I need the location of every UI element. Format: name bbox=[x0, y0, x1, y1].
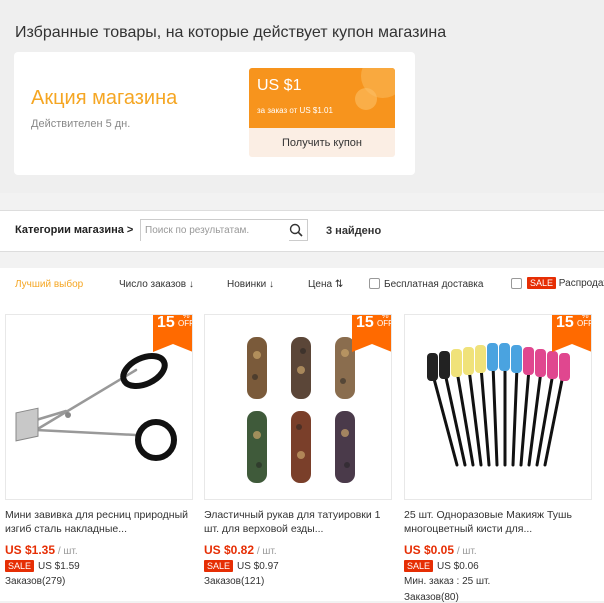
free-shipping-label: Бесплатная доставка bbox=[384, 279, 484, 290]
product-min-order: Мин. заказ : 25 шт. bbox=[404, 576, 491, 587]
product-orders: Заказов(279) bbox=[5, 576, 66, 587]
sort-best-match[interactable]: Лучший выбор bbox=[15, 279, 83, 290]
sort-price[interactable]: Цена ⇅ bbox=[308, 279, 343, 290]
product-card[interactable]: 15 % OFF 25 шт. Одноразовые Макияж Тушь м… bbox=[404, 314, 592, 603]
product-image[interactable]: 15 % OFF bbox=[404, 314, 592, 500]
discount-badge: 15 % OFF bbox=[153, 314, 193, 352]
product-image[interactable]: 15 % OFF bbox=[204, 314, 392, 500]
promo-validity: Действителен 5 дн. bbox=[31, 118, 131, 130]
coupon-decoration bbox=[355, 88, 377, 110]
discount-off-label: % OFF bbox=[178, 314, 193, 328]
product-old-price: SALE US $0.06 bbox=[404, 560, 479, 572]
product-orders: Заказов(121) bbox=[204, 576, 265, 587]
free-shipping-checkbox[interactable] bbox=[369, 278, 380, 289]
product-title[interactable]: Эластичный рукав для татуировки 1 шт. дл… bbox=[204, 508, 392, 536]
sale-filter: SALE Распродажа bbox=[527, 277, 604, 289]
coupon-condition: за заказ от US $1.01 bbox=[257, 106, 333, 115]
coupon-header: US $1 за заказ от US $1.01 bbox=[249, 68, 395, 128]
sort-newest[interactable]: Новинки ↓ bbox=[227, 279, 274, 290]
discount-off-label: % OFF bbox=[577, 314, 592, 328]
product-price: US $0.82 / шт. bbox=[204, 543, 277, 557]
store-promo-card: Акция магазина Действителен 5 дн. US $1 … bbox=[14, 52, 415, 175]
promo-title: Акция магазина bbox=[31, 87, 178, 109]
product-old-price: SALE US $1.59 bbox=[5, 560, 80, 572]
search-input[interactable] bbox=[141, 220, 289, 241]
discount-badge: 15 % OFF bbox=[352, 314, 392, 352]
sale-badge: SALE bbox=[204, 560, 234, 572]
product-image[interactable]: 15 % OFF bbox=[5, 314, 193, 500]
product-card[interactable]: 15 % OFF Эластичный рукав для татуировки … bbox=[204, 314, 392, 601]
coupon: US $1 за заказ от US $1.01 Получить купо… bbox=[249, 68, 395, 157]
search-icon[interactable] bbox=[289, 223, 303, 237]
product-title[interactable]: 25 шт. Одноразовые Макияж Тушь многоцвет… bbox=[404, 508, 592, 536]
filter-bar: Категории магазина > 3 найдено bbox=[0, 210, 604, 252]
sale-checkbox[interactable] bbox=[511, 278, 522, 289]
search-box bbox=[140, 219, 308, 241]
product-title[interactable]: Мини завивка для ресниц природный изгиб … bbox=[5, 508, 193, 536]
coupon-amount: US $1 bbox=[257, 77, 302, 94]
sort-bar: Лучший выбор Число заказов ↓ Новинки ↓ Ц… bbox=[0, 268, 604, 298]
product-price: US $0.05 / шт. bbox=[404, 543, 477, 557]
sale-badge: SALE bbox=[5, 560, 35, 572]
section-title: Избранные товары, на которые действует к… bbox=[15, 24, 447, 41]
sale-badge: SALE bbox=[527, 277, 557, 289]
sale-label: Распродажа bbox=[558, 278, 604, 289]
discount-value: 15 bbox=[556, 314, 574, 331]
product-orders: Заказов(80) bbox=[404, 592, 459, 603]
results-count: 3 найдено bbox=[326, 225, 382, 237]
product-price: US $1.35 / шт. bbox=[5, 543, 78, 557]
coupon-section: Избранные товары, на которые действует к… bbox=[0, 0, 604, 193]
product-grid: 15 % OFF Мини завивка для ресниц природны… bbox=[0, 298, 604, 603]
get-coupon-button[interactable]: Получить купон bbox=[249, 132, 395, 157]
sale-badge: SALE bbox=[404, 560, 434, 572]
product-old-price: SALE US $0.97 bbox=[204, 560, 279, 572]
store-categories-link[interactable]: Категории магазина > bbox=[15, 224, 133, 236]
sort-orders[interactable]: Число заказов ↓ bbox=[119, 279, 194, 290]
discount-value: 15 bbox=[356, 314, 374, 331]
discount-value: 15 bbox=[157, 314, 175, 331]
discount-off-label: % OFF bbox=[377, 314, 392, 328]
product-card[interactable]: 15 % OFF Мини завивка для ресниц природны… bbox=[5, 314, 193, 601]
coupon-scalloped-edge bbox=[249, 124, 395, 132]
discount-badge: 15 % OFF bbox=[552, 314, 592, 352]
